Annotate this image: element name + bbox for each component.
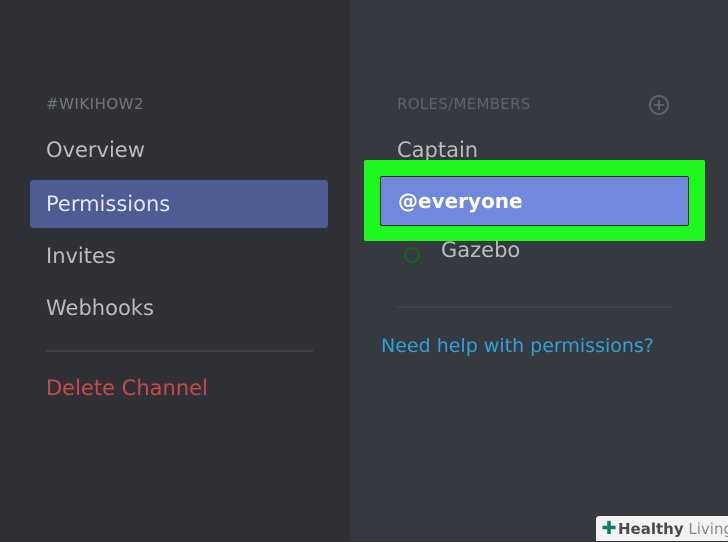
role-item-everyone[interactable]: @everyone (380, 176, 689, 226)
watermark-logo: ✚Healthy Living (596, 516, 728, 541)
sidebar-item-overview[interactable]: Overview (46, 138, 145, 162)
plus-cross-icon: ✚ (601, 518, 617, 539)
roles-divider (397, 306, 672, 308)
permissions-help-link[interactable]: Need help with permissions? (381, 335, 654, 357)
plus-circle-icon[interactable]: + (649, 95, 669, 115)
watermark-word-2: Living (688, 520, 728, 538)
permissions-panel (350, 0, 728, 541)
member-status-icon (404, 247, 420, 263)
sidebar-divider (46, 350, 313, 352)
roles-members-header: ROLES/MEMBERS (397, 95, 531, 113)
settings-sidebar: #WIKIHOW2 Overview Permissions Invites W… (0, 0, 350, 541)
sidebar-item-permissions[interactable]: Permissions (30, 180, 328, 228)
channel-name-header: #WIKIHOW2 (46, 95, 145, 113)
delete-channel-button[interactable]: Delete Channel (46, 376, 208, 400)
member-item-gazebo[interactable]: Gazebo (441, 238, 520, 262)
role-item-captain[interactable]: Captain (397, 138, 478, 162)
sidebar-item-invites[interactable]: Invites (46, 244, 116, 268)
sidebar-item-webhooks[interactable]: Webhooks (46, 296, 154, 320)
watermark-word-1: Healthy (618, 520, 684, 538)
